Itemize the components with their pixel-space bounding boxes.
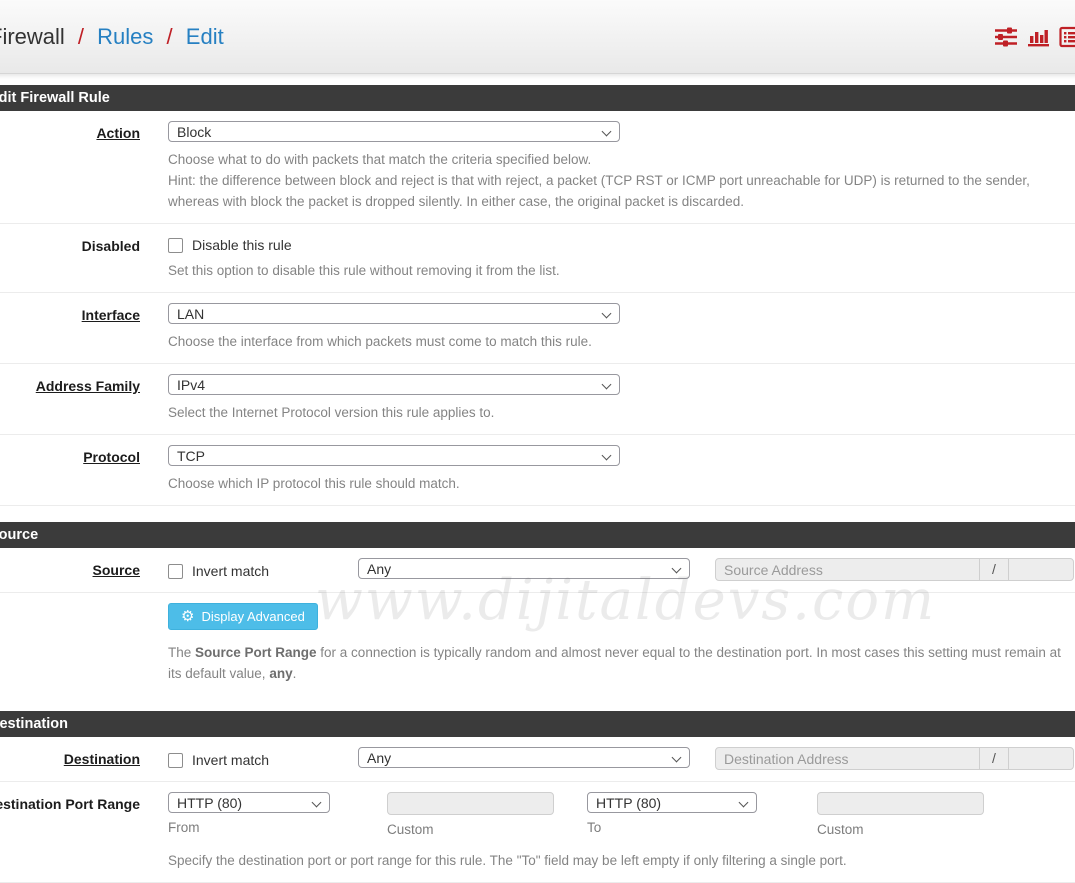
destination-type-select-value: Any <box>367 750 391 766</box>
port-to-caption: To <box>587 820 787 835</box>
row-address-family: Address Family IPv4 Select the Internet … <box>0 364 1075 435</box>
chevron-down-icon <box>739 798 749 808</box>
panel-title-source: Source <box>0 522 1075 548</box>
breadcrumb-separator: / <box>71 24 91 49</box>
gear-icon: ⚙ <box>181 609 194 624</box>
panel-title-edit-firewall-rule: Edit Firewall Rule <box>0 85 1075 111</box>
port-from-custom-caption: Custom <box>387 822 552 837</box>
source-invert-checkbox[interactable] <box>168 564 183 579</box>
destination-mask-input[interactable] <box>1008 747 1074 770</box>
row-protocol: Protocol TCP Choose which IP protocol th… <box>0 435 1075 506</box>
interface-select[interactable]: LAN <box>168 303 620 324</box>
port-to-custom-input[interactable] <box>817 792 984 815</box>
panel-edit-firewall-rule: Edit Firewall Rule Action Block Choose w… <box>0 85 1075 506</box>
protocol-label: Protocol <box>83 449 140 465</box>
chevron-down-icon <box>602 451 612 461</box>
port-from-custom-input[interactable] <box>387 792 554 815</box>
panel-title-destination: Destination <box>0 711 1075 737</box>
disabled-help: Set this option to disable this rule wit… <box>168 260 1075 281</box>
interface-help: Choose the interface from which packets … <box>168 331 1075 352</box>
port-from-select[interactable]: HTTP (80) <box>168 792 330 813</box>
source-invert-label: Invert match <box>192 563 269 579</box>
chevron-down-icon <box>602 309 612 319</box>
port-to-select-value: HTTP (80) <box>596 795 661 811</box>
address-family-help: Select the Internet Protocol version thi… <box>168 402 1075 423</box>
destination-label: Destination <box>64 751 140 767</box>
display-advanced-label: Display Advanced <box>201 609 304 624</box>
chevron-down-icon <box>602 380 612 390</box>
action-select[interactable]: Block <box>168 121 620 142</box>
source-type-select[interactable]: Any <box>358 558 690 579</box>
disable-rule-checkbox-label: Disable this rule <box>192 237 292 253</box>
chevron-down-icon <box>672 753 682 763</box>
action-help: Choose what to do with packets that matc… <box>168 149 1075 212</box>
breadcrumb-firewall[interactable]: Firewall <box>0 24 65 49</box>
header-actions <box>994 26 1075 48</box>
sliders-icon[interactable] <box>994 26 1018 48</box>
port-to-select[interactable]: HTTP (80) <box>587 792 757 813</box>
row-destination-port-range: Destination Port Range HTTP (80) From Cu… <box>0 782 1075 883</box>
source-type-select-value: Any <box>367 561 391 577</box>
source-address-input[interactable] <box>715 558 980 581</box>
interface-label: Interface <box>82 307 140 323</box>
display-advanced-button[interactable]: ⚙ Display Advanced <box>168 603 318 630</box>
protocol-select-value: TCP <box>177 448 205 464</box>
row-destination: Destination Invert match Any / <box>0 737 1075 782</box>
source-mask-input[interactable] <box>1008 558 1074 581</box>
action-select-value: Block <box>177 124 211 140</box>
chevron-down-icon <box>672 564 682 574</box>
row-source-advanced: ⚙ Display Advanced The Source Port Range… <box>0 593 1075 695</box>
chevron-down-icon <box>602 127 612 137</box>
log-list-icon[interactable] <box>1059 26 1075 48</box>
destination-invert-label: Invert match <box>192 752 269 768</box>
panel-source: Source Source Invert match Any / <box>0 522 1075 695</box>
port-from-select-value: HTTP (80) <box>177 795 242 811</box>
breadcrumb-rules-link[interactable]: Rules <box>97 24 153 49</box>
source-address-group: / <box>715 558 1074 581</box>
breadcrumb: Firewall / Rules / Edit <box>0 24 224 50</box>
row-disabled: Disabled Disable this rule Set this opti… <box>0 224 1075 293</box>
address-family-select-value: IPv4 <box>177 377 205 393</box>
breadcrumb-edit-link[interactable]: Edit <box>186 24 224 49</box>
destination-invert-checkbox[interactable] <box>168 753 183 768</box>
action-label: Action <box>96 125 140 141</box>
breadcrumb-separator: / <box>160 24 180 49</box>
panel-destination: Destination Destination Invert match Any… <box>0 711 1075 883</box>
address-family-label: Address Family <box>36 378 140 394</box>
source-port-range-help: The Source Port Range for a connection i… <box>168 642 1075 684</box>
destination-mask-separator: / <box>980 747 1008 770</box>
chevron-down-icon <box>312 798 322 808</box>
row-action: Action Block Choose what to do with pack… <box>0 111 1075 224</box>
address-family-select[interactable]: IPv4 <box>168 374 620 395</box>
destination-address-input[interactable] <box>715 747 980 770</box>
source-label: Source <box>93 562 140 578</box>
port-from-caption: From <box>168 820 360 835</box>
protocol-select[interactable]: TCP <box>168 445 620 466</box>
protocol-help: Choose which IP protocol this rule shoul… <box>168 473 1075 494</box>
disable-rule-checkbox[interactable] <box>168 238 183 253</box>
interface-select-value: LAN <box>177 306 204 322</box>
port-to-custom-caption: Custom <box>817 822 982 837</box>
page: Firewall / Rules / Edit <box>0 0 1075 883</box>
destination-type-select[interactable]: Any <box>358 747 690 768</box>
row-interface: Interface LAN Choose the interface from … <box>0 293 1075 364</box>
bar-chart-icon[interactable] <box>1027 26 1050 48</box>
row-source: Source Invert match Any / <box>0 548 1075 593</box>
destination-port-range-help: Specify the destination port or port ran… <box>168 850 1075 871</box>
destination-address-group: / <box>715 747 1074 770</box>
destination-port-range-label: Destination Port Range <box>0 796 140 812</box>
breadcrumb-bar: Firewall / Rules / Edit <box>0 0 1075 74</box>
disabled-label: Disabled <box>82 238 140 254</box>
source-mask-separator: / <box>980 558 1008 581</box>
